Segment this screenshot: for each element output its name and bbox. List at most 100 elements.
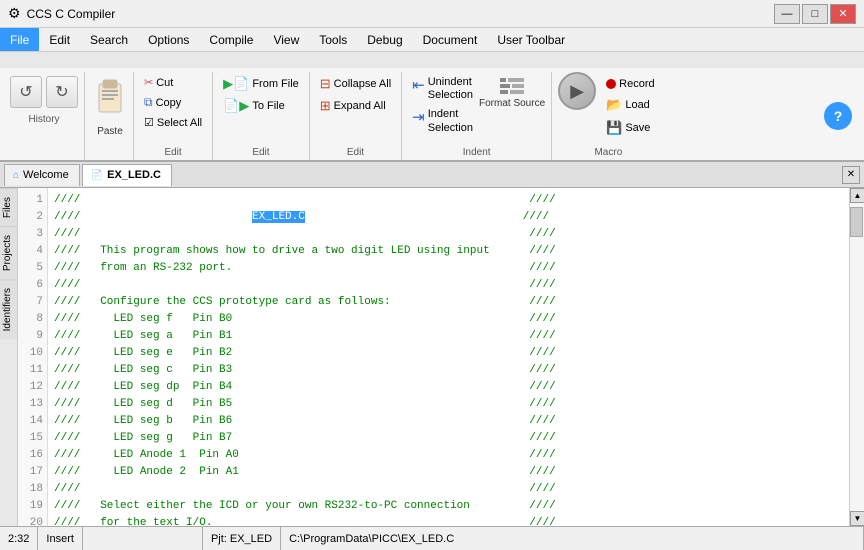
record-icon bbox=[606, 79, 616, 89]
code-line: //// //// bbox=[54, 277, 843, 294]
format-source-icon bbox=[500, 78, 524, 94]
status-cell-3 bbox=[83, 527, 203, 550]
select-all-button[interactable]: ☑ Select All bbox=[140, 114, 206, 131]
collapse-icon: ⊟ bbox=[320, 76, 331, 92]
help-button[interactable]: ? bbox=[824, 102, 852, 130]
menu-tools[interactable]: Tools bbox=[309, 28, 357, 51]
indent-buttons: ⇤ UnindentSelection ⇥ IndentSelection bbox=[408, 72, 545, 145]
line-number: 17 bbox=[18, 464, 47, 481]
copy-icon: ⧉ bbox=[144, 95, 153, 110]
to-file-button[interactable]: 📄▶ To File bbox=[219, 96, 303, 116]
file-ops-col: ▶📄 From File 📄▶ To File bbox=[219, 72, 303, 116]
tab-ex-led[interactable]: 📄 EX_LED.C bbox=[82, 164, 172, 186]
menu-options[interactable]: Options bbox=[138, 28, 199, 51]
code-line: //// LED seg e Pin B2 //// bbox=[54, 345, 843, 362]
projects-panel-tab[interactable]: Projects bbox=[0, 226, 17, 279]
project-name: Pjt: EX_LED bbox=[203, 527, 281, 550]
unindent-icon: ⇤ bbox=[412, 76, 425, 94]
tab-welcome[interactable]: ⌂ Welcome bbox=[4, 164, 80, 186]
macro-buttons: ▶ Record 📂 Load 💾 Save bbox=[558, 72, 658, 145]
close-button[interactable]: ✕ bbox=[830, 4, 856, 24]
file-ops-buttons: ▶📄 From File 📄▶ To File bbox=[219, 72, 303, 145]
menu-usertoolbar[interactable]: User Toolbar bbox=[487, 28, 575, 51]
code-line: //// LED seg c Pin B3 //// bbox=[54, 362, 843, 379]
macro-group-label: Macro bbox=[558, 147, 658, 160]
scrollbar[interactable]: ▲ ▼ bbox=[849, 188, 864, 526]
redo-button[interactable]: ↻ bbox=[46, 76, 78, 108]
code-editor[interactable]: //// //////// EX_LED.C //////// bbox=[48, 188, 849, 526]
maximize-button[interactable]: □ bbox=[802, 4, 828, 24]
clipboard-group-label: Edit bbox=[140, 147, 206, 160]
macro-right: Record 📂 Load 💾 Save bbox=[602, 72, 658, 138]
line-number: 15 bbox=[18, 430, 47, 447]
collapse-all-button[interactable]: ⊟ Collapse All bbox=[316, 74, 395, 94]
scroll-thumb[interactable] bbox=[850, 207, 863, 237]
ribbon-content: ↺ ↻ History Paste bbox=[0, 68, 864, 160]
ribbon-tabs bbox=[0, 52, 864, 68]
app-title: CCS C Compiler bbox=[27, 7, 774, 21]
code-line: //// LED Anode 1 Pin A0 //// bbox=[54, 447, 843, 464]
record-button[interactable]: Record bbox=[602, 76, 658, 92]
menu-file[interactable]: File bbox=[0, 28, 39, 51]
cursor-position: 2:32 bbox=[0, 527, 38, 550]
from-file-button[interactable]: ▶📄 From File bbox=[219, 74, 303, 94]
close-tab-button[interactable]: ✕ bbox=[842, 166, 860, 184]
line-number: 12 bbox=[18, 379, 47, 396]
code-line: //// //// bbox=[54, 481, 843, 498]
scroll-track[interactable] bbox=[850, 203, 864, 511]
indent-selection-button[interactable]: ⇥ IndentSelection bbox=[408, 106, 477, 136]
copy-button[interactable]: ⧉ Copy bbox=[140, 93, 206, 112]
line-number: 9 bbox=[18, 328, 47, 345]
line-number: 7 bbox=[18, 294, 47, 311]
files-panel-tab[interactable]: Files bbox=[0, 188, 17, 226]
cut-button[interactable]: ✂ Cut bbox=[140, 74, 206, 91]
menu-view[interactable]: View bbox=[263, 28, 309, 51]
ribbon: ↺ ↻ History Paste bbox=[0, 52, 864, 162]
undo-button[interactable]: ↺ bbox=[10, 76, 42, 108]
code-line: //// EX_LED.C //// bbox=[54, 209, 843, 226]
minimize-button[interactable]: — bbox=[774, 4, 800, 24]
file-ops-group: ▶📄 From File 📄▶ To File Edit bbox=[215, 72, 310, 160]
save-button[interactable]: 💾 Save bbox=[602, 118, 658, 138]
line-number: 3 bbox=[18, 226, 47, 243]
menu-debug[interactable]: Debug bbox=[357, 28, 412, 51]
menu-search[interactable]: Search bbox=[80, 28, 138, 51]
format-col: Format Source bbox=[479, 72, 545, 109]
code-line: //// LED Anode 2 Pin A1 //// bbox=[54, 464, 843, 481]
code-line: //// LED seg g Pin B7 //// bbox=[54, 430, 843, 447]
code-line: //// LED seg f Pin B0 //// bbox=[54, 311, 843, 328]
expand-all-button[interactable]: ⊞ Expand All bbox=[316, 96, 395, 116]
playback-button[interactable]: ▶ bbox=[558, 72, 596, 110]
paste-group: Paste bbox=[87, 72, 134, 160]
code-line: //// from an RS-232 port. //// bbox=[54, 260, 843, 277]
expand-icon: ⊞ bbox=[320, 98, 331, 114]
indent-col: ⇤ UnindentSelection ⇥ IndentSelection bbox=[408, 72, 477, 137]
scroll-down-button[interactable]: ▼ bbox=[850, 511, 864, 526]
line-number: 18 bbox=[18, 481, 47, 498]
clipboard-group: ✂ Cut ⧉ Copy ☑ Select All Edit bbox=[136, 72, 213, 160]
menu-document[interactable]: Document bbox=[413, 28, 488, 51]
menu-edit[interactable]: Edit bbox=[39, 28, 80, 51]
menu-compile[interactable]: Compile bbox=[199, 28, 263, 51]
collapse-group-label: Edit bbox=[316, 147, 395, 160]
side-panels: Files Projects Identifiers bbox=[0, 188, 18, 526]
clipboard-col: ✂ Cut ⧉ Copy ☑ Select All bbox=[140, 72, 206, 131]
load-button[interactable]: 📂 Load bbox=[602, 95, 658, 115]
indent-group: ⇤ UnindentSelection ⇥ IndentSelection bbox=[404, 72, 552, 160]
insert-mode: Insert bbox=[38, 527, 83, 550]
line-number: 19 bbox=[18, 498, 47, 515]
identifiers-panel-tab[interactable]: Identifiers bbox=[0, 279, 17, 339]
code-line: //// This program shows how to drive a t… bbox=[54, 243, 843, 260]
line-number: 4 bbox=[18, 243, 47, 260]
collapse-buttons: ⊟ Collapse All ⊞ Expand All bbox=[316, 72, 395, 145]
unindent-selection-button[interactable]: ⇤ UnindentSelection bbox=[408, 74, 477, 104]
code-line: //// //// bbox=[54, 192, 843, 209]
tab-close-area: ✕ bbox=[842, 166, 864, 184]
line-numbers: 12345678910111213141516171819202122 bbox=[18, 188, 48, 526]
line-number: 14 bbox=[18, 413, 47, 430]
status-bar: 2:32 Insert Pjt: EX_LED C:\ProgramData\P… bbox=[0, 526, 864, 550]
code-line: //// LED seg b Pin B6 //// bbox=[54, 413, 843, 430]
paste-button[interactable] bbox=[93, 76, 127, 124]
scroll-up-button[interactable]: ▲ bbox=[850, 188, 864, 203]
app-icon: ⚙ bbox=[8, 5, 21, 22]
